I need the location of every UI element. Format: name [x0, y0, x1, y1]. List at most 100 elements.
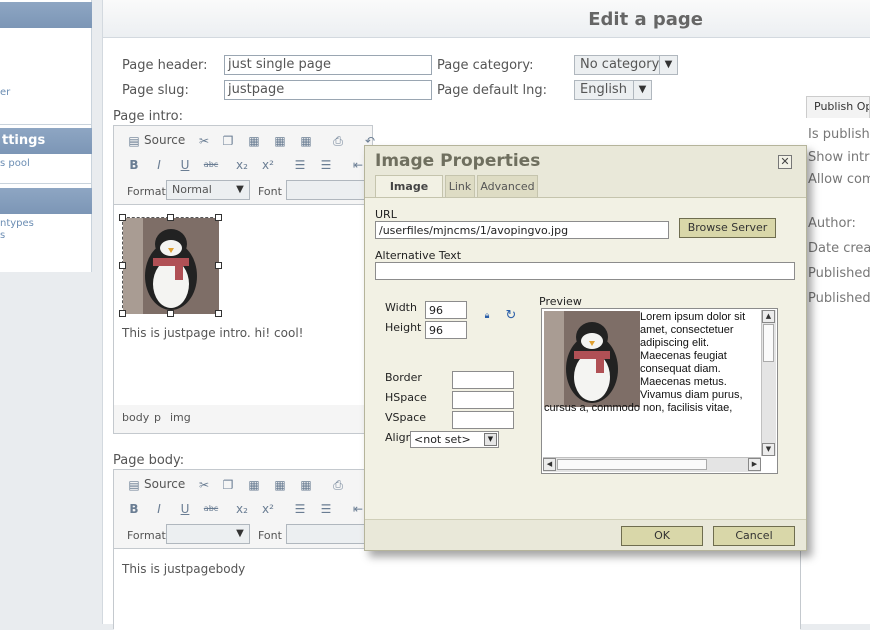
align-value: <not set>: [414, 433, 471, 446]
copy-icon[interactable]: ❐: [220, 477, 236, 493]
width-input[interactable]: 96: [425, 301, 467, 319]
scroll-up-icon[interactable]: ▲: [762, 310, 775, 323]
sidebar-link[interactable]: er: [0, 87, 10, 98]
paste-icon[interactable]: ▦: [246, 477, 262, 493]
resize-handle[interactable]: [119, 310, 126, 317]
source-icon[interactable]: ▤: [126, 477, 142, 493]
source-button[interactable]: Source: [144, 477, 185, 491]
ok-button[interactable]: OK: [621, 526, 703, 546]
tab-publish-opts[interactable]: Publish Opts: [806, 96, 870, 118]
chevron-down-icon: ▼: [633, 81, 651, 99]
resize-handle[interactable]: [215, 262, 222, 269]
resize-handle[interactable]: [119, 214, 126, 221]
paste-word-icon[interactable]: ▦: [298, 477, 314, 493]
url-input[interactable]: /userfiles/mjncms/1/avopingvo.jpg: [375, 221, 669, 239]
url-label: URL: [375, 208, 397, 221]
font-select[interactable]: [286, 524, 366, 544]
resize-handle[interactable]: [215, 214, 222, 221]
scroll-down-icon[interactable]: ▼: [762, 443, 775, 456]
intro-edit-area[interactable]: This is justpage intro. hi! cool!: [114, 204, 372, 405]
page-lng-label: Page default lng:: [437, 83, 547, 98]
page-lng-select[interactable]: English ▼: [574, 80, 652, 100]
reset-size-icon[interactable]: ↻: [504, 309, 518, 323]
page-header-label: Page header:: [122, 58, 208, 73]
bullet-list-icon[interactable]: ☰: [318, 501, 334, 517]
sidebar-link-pool[interactable]: s pool: [0, 158, 30, 169]
font-label: Font: [258, 185, 282, 198]
preview-text: Lorem ipsum dolor sit amet, consectetuer…: [544, 311, 758, 415]
tab-image-info[interactable]: Image Info: [375, 175, 443, 214]
resize-handle[interactable]: [215, 310, 222, 317]
underline-icon[interactable]: U: [177, 501, 193, 517]
copy-icon[interactable]: ❐: [220, 133, 236, 149]
sidebar-header-settings: ttings: [0, 128, 92, 154]
penguin-image: [123, 218, 219, 314]
page-category-select[interactable]: No category ▼: [574, 55, 678, 75]
print-icon[interactable]: ⎙: [330, 477, 346, 493]
scroll-thumb[interactable]: [763, 324, 774, 362]
page-category-value: No category: [580, 57, 660, 72]
format-select[interactable]: ▼: [166, 524, 250, 544]
scroll-right-icon[interactable]: ▶: [748, 458, 761, 471]
font-select[interactable]: [286, 180, 366, 200]
paste-text-icon[interactable]: ▦: [272, 133, 288, 149]
source-icon[interactable]: ▤: [126, 133, 142, 149]
published-end-label: Published: [808, 291, 870, 306]
close-icon[interactable]: ✕: [778, 155, 792, 169]
sidebar-link-types[interactable]: ntypes: [0, 218, 34, 229]
vspace-input[interactable]: [452, 411, 514, 429]
print-icon[interactable]: ⎙: [330, 133, 346, 149]
height-input[interactable]: 96: [425, 321, 467, 339]
italic-icon[interactable]: I: [151, 157, 167, 173]
bold-icon[interactable]: B: [126, 501, 142, 517]
resize-handle[interactable]: [167, 310, 174, 317]
tab-link[interactable]: Link: [445, 175, 475, 197]
paste-word-icon[interactable]: ▦: [298, 133, 314, 149]
paste-icon[interactable]: ▦: [246, 133, 262, 149]
superscript-icon[interactable]: x²: [260, 501, 276, 517]
subscript-icon[interactable]: x₂: [234, 157, 250, 173]
underline-icon[interactable]: U: [177, 157, 193, 173]
vspace-label: VSpace: [385, 411, 427, 424]
resize-handle[interactable]: [119, 262, 126, 269]
paste-text-icon[interactable]: ▦: [272, 477, 288, 493]
numbered-list-icon[interactable]: ☰: [292, 157, 308, 173]
path-body[interactable]: body: [122, 411, 149, 424]
italic-icon[interactable]: I: [151, 501, 167, 517]
format-select[interactable]: Normal ▼: [166, 180, 250, 200]
cancel-button[interactable]: Cancel: [713, 526, 795, 546]
preview-scrollbar-horizontal[interactable]: ◀ ▶: [543, 457, 761, 472]
subscript-icon[interactable]: x₂: [234, 501, 250, 517]
chevron-down-icon: ▼: [236, 528, 244, 539]
cut-icon[interactable]: ✂: [196, 133, 212, 149]
chevron-down-icon: ▼: [659, 56, 677, 74]
bullet-list-icon[interactable]: ☰: [318, 157, 334, 173]
intro-image[interactable]: [119, 214, 222, 317]
scroll-thumb[interactable]: [557, 459, 707, 470]
body-edit-area[interactable]: This is justpagebody: [114, 548, 800, 630]
sidebar-link[interactable]: s: [0, 230, 5, 241]
source-button[interactable]: Source: [144, 133, 185, 147]
cut-icon[interactable]: ✂: [196, 477, 212, 493]
border-input[interactable]: [452, 371, 514, 389]
align-select[interactable]: <not set> ▼: [410, 431, 499, 448]
alt-text-label: Alternative Text: [375, 249, 462, 262]
page-slug-input[interactable]: justpage: [224, 80, 432, 100]
bold-icon[interactable]: B: [126, 157, 142, 173]
alt-text-input[interactable]: [375, 262, 795, 280]
page-header-input[interactable]: just single page: [224, 55, 432, 75]
date-created-label: Date crea: [808, 241, 870, 256]
hspace-input[interactable]: [452, 391, 514, 409]
tab-advanced[interactable]: Advanced: [477, 175, 538, 197]
path-p[interactable]: p: [154, 411, 161, 424]
strike-icon[interactable]: abc: [203, 501, 219, 517]
scroll-left-icon[interactable]: ◀: [543, 458, 556, 471]
resize-handle[interactable]: [167, 214, 174, 221]
superscript-icon[interactable]: x²: [260, 157, 276, 173]
path-img[interactable]: img: [170, 411, 191, 424]
browse-server-button[interactable]: Browse Server: [679, 218, 776, 238]
numbered-list-icon[interactable]: ☰: [292, 501, 308, 517]
lock-ratio-icon[interactable]: 🔒︎: [481, 310, 493, 322]
strike-icon[interactable]: abc: [203, 157, 219, 173]
preview-scrollbar-vertical[interactable]: ▲ ▼: [761, 310, 776, 456]
